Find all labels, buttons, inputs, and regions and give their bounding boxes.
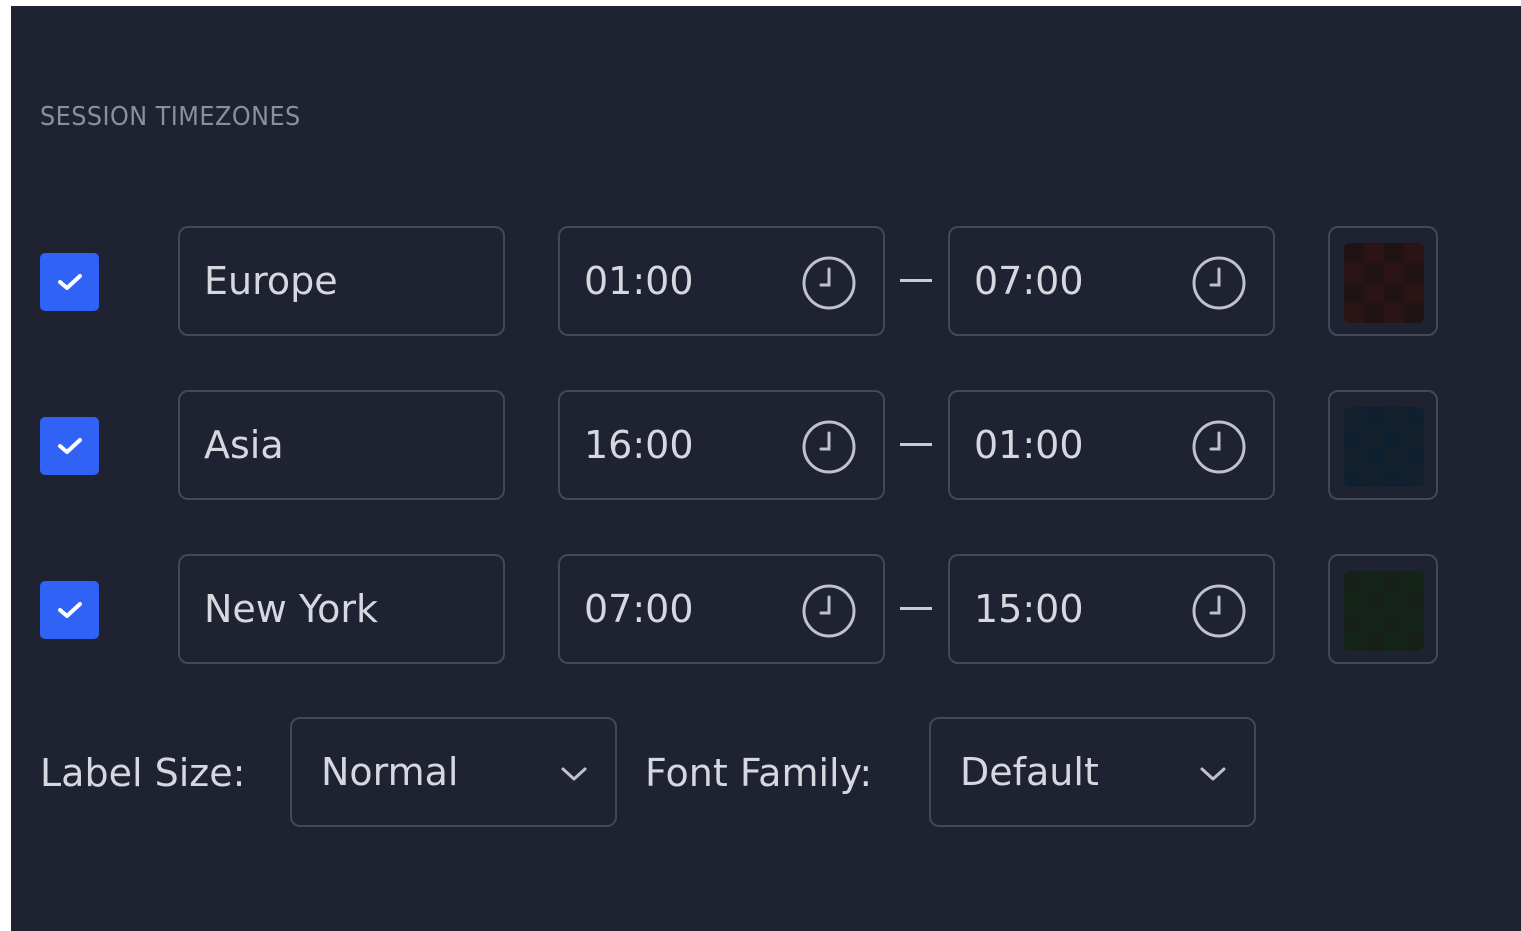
color-swatch bbox=[1344, 407, 1424, 487]
session-end-time-value: 15:00 bbox=[974, 587, 1084, 631]
clock-icon[interactable] bbox=[801, 255, 857, 311]
session-row-new-york: New York 07:00 15:00 bbox=[11, 554, 1521, 664]
session-row-europe: Europe 01:00 07:00 bbox=[11, 226, 1521, 336]
session-end-time-input[interactable]: 15:00 bbox=[948, 554, 1275, 664]
session-start-time-input[interactable]: 01:00 bbox=[558, 226, 885, 336]
session-enabled-checkbox[interactable] bbox=[40, 417, 99, 475]
chevron-down-icon bbox=[1200, 767, 1226, 781]
session-end-time-input[interactable]: 01:00 bbox=[948, 390, 1275, 500]
session-timezones-panel: SESSION TIMEZONES Europe 01:00 07:00 Asi… bbox=[11, 6, 1521, 931]
clock-icon[interactable] bbox=[1191, 583, 1247, 639]
session-color-picker[interactable] bbox=[1328, 390, 1438, 500]
session-color-picker[interactable] bbox=[1328, 226, 1438, 336]
color-swatch bbox=[1344, 571, 1424, 651]
session-start-time-input[interactable]: 07:00 bbox=[558, 554, 885, 664]
session-color-picker[interactable] bbox=[1328, 554, 1438, 664]
session-end-time-value: 01:00 bbox=[974, 423, 1084, 467]
label-size-value: Normal bbox=[321, 750, 459, 794]
check-icon bbox=[57, 602, 82, 618]
session-start-time-value: 07:00 bbox=[584, 587, 694, 631]
session-row-asia: Asia 16:00 01:00 bbox=[11, 390, 1521, 500]
session-start-time-input[interactable]: 16:00 bbox=[558, 390, 885, 500]
chevron-down-icon bbox=[561, 767, 587, 781]
color-swatch bbox=[1344, 243, 1424, 323]
session-name-input[interactable]: Europe bbox=[178, 226, 505, 336]
session-name-input[interactable]: New York bbox=[178, 554, 505, 664]
session-enabled-checkbox[interactable] bbox=[40, 253, 99, 311]
clock-icon[interactable] bbox=[1191, 419, 1247, 475]
session-start-time-value: 16:00 bbox=[584, 423, 694, 467]
check-icon bbox=[57, 438, 82, 454]
session-end-time-value: 07:00 bbox=[974, 259, 1084, 303]
check-icon bbox=[57, 274, 82, 290]
session-start-time-value: 01:00 bbox=[584, 259, 694, 303]
time-range-separator bbox=[900, 443, 932, 446]
session-name-value: New York bbox=[204, 587, 379, 631]
session-name-value: Asia bbox=[204, 423, 284, 467]
section-title: SESSION TIMEZONES bbox=[40, 102, 301, 132]
session-name-input[interactable]: Asia bbox=[178, 390, 505, 500]
session-end-time-input[interactable]: 07:00 bbox=[948, 226, 1275, 336]
time-range-separator bbox=[900, 607, 932, 610]
font-family-value: Default bbox=[960, 750, 1099, 794]
label-size-select[interactable]: Normal bbox=[290, 717, 617, 827]
session-name-value: Europe bbox=[204, 259, 338, 303]
clock-icon[interactable] bbox=[1191, 255, 1247, 311]
label-size-label: Label Size: bbox=[40, 751, 246, 795]
time-range-separator bbox=[900, 279, 932, 282]
font-family-select[interactable]: Default bbox=[929, 717, 1256, 827]
font-family-label: Font Family: bbox=[645, 751, 873, 795]
session-enabled-checkbox[interactable] bbox=[40, 581, 99, 639]
clock-icon[interactable] bbox=[801, 419, 857, 475]
clock-icon[interactable] bbox=[801, 583, 857, 639]
